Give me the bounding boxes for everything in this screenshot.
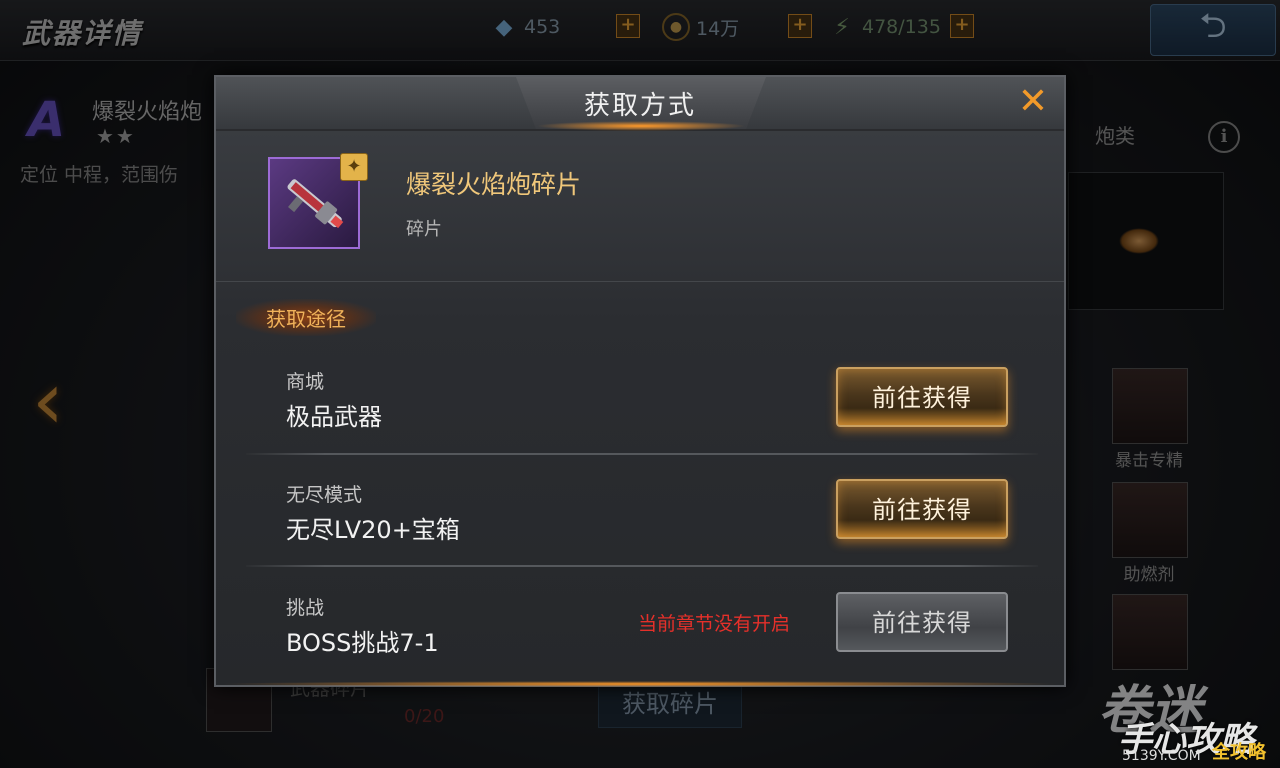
dialog-title: 获取方式	[583, 91, 696, 121]
go-obtain-button-shop[interactable]: 前往获得	[836, 367, 1008, 427]
acquire-method-dialog: 获取方式 ✕ ✦ 爆裂火焰炮碎片 碎片 获取途径 商城 极品武器 前往获得 无尽…	[214, 75, 1066, 687]
go-obtain-button-endless[interactable]: 前往获得	[836, 479, 1008, 539]
dialog-bottom-glow	[216, 681, 1064, 687]
item-name: 爆裂火焰炮碎片	[406, 170, 582, 199]
chapter-locked-note: 当前章节没有开启	[638, 613, 791, 635]
route-category: 无尽模式	[286, 484, 363, 506]
watermark-url: 5139Y.COM	[1122, 748, 1201, 764]
route-name: 极品武器	[286, 403, 382, 431]
route-name: 无尽LV20+宝箱	[286, 516, 460, 544]
section-label: 获取途径	[236, 299, 376, 336]
route-divider	[246, 453, 1038, 455]
watermark-sub: 全攻略	[1212, 742, 1266, 763]
dialog-header: 获取方式 ✕	[216, 77, 1064, 131]
header-glow	[536, 121, 746, 131]
route-divider	[246, 565, 1038, 567]
go-obtain-button-challenge[interactable]: 前往获得	[836, 592, 1008, 652]
section-divider	[216, 281, 1064, 282]
route-name: BOSS挑战7-1	[286, 629, 439, 657]
close-icon[interactable]: ✕	[1012, 81, 1054, 123]
puzzle-piece-icon: ✦	[340, 153, 368, 181]
route-category: 商城	[286, 371, 325, 393]
item-type: 碎片	[406, 219, 442, 240]
route-category: 挑战	[286, 597, 325, 619]
